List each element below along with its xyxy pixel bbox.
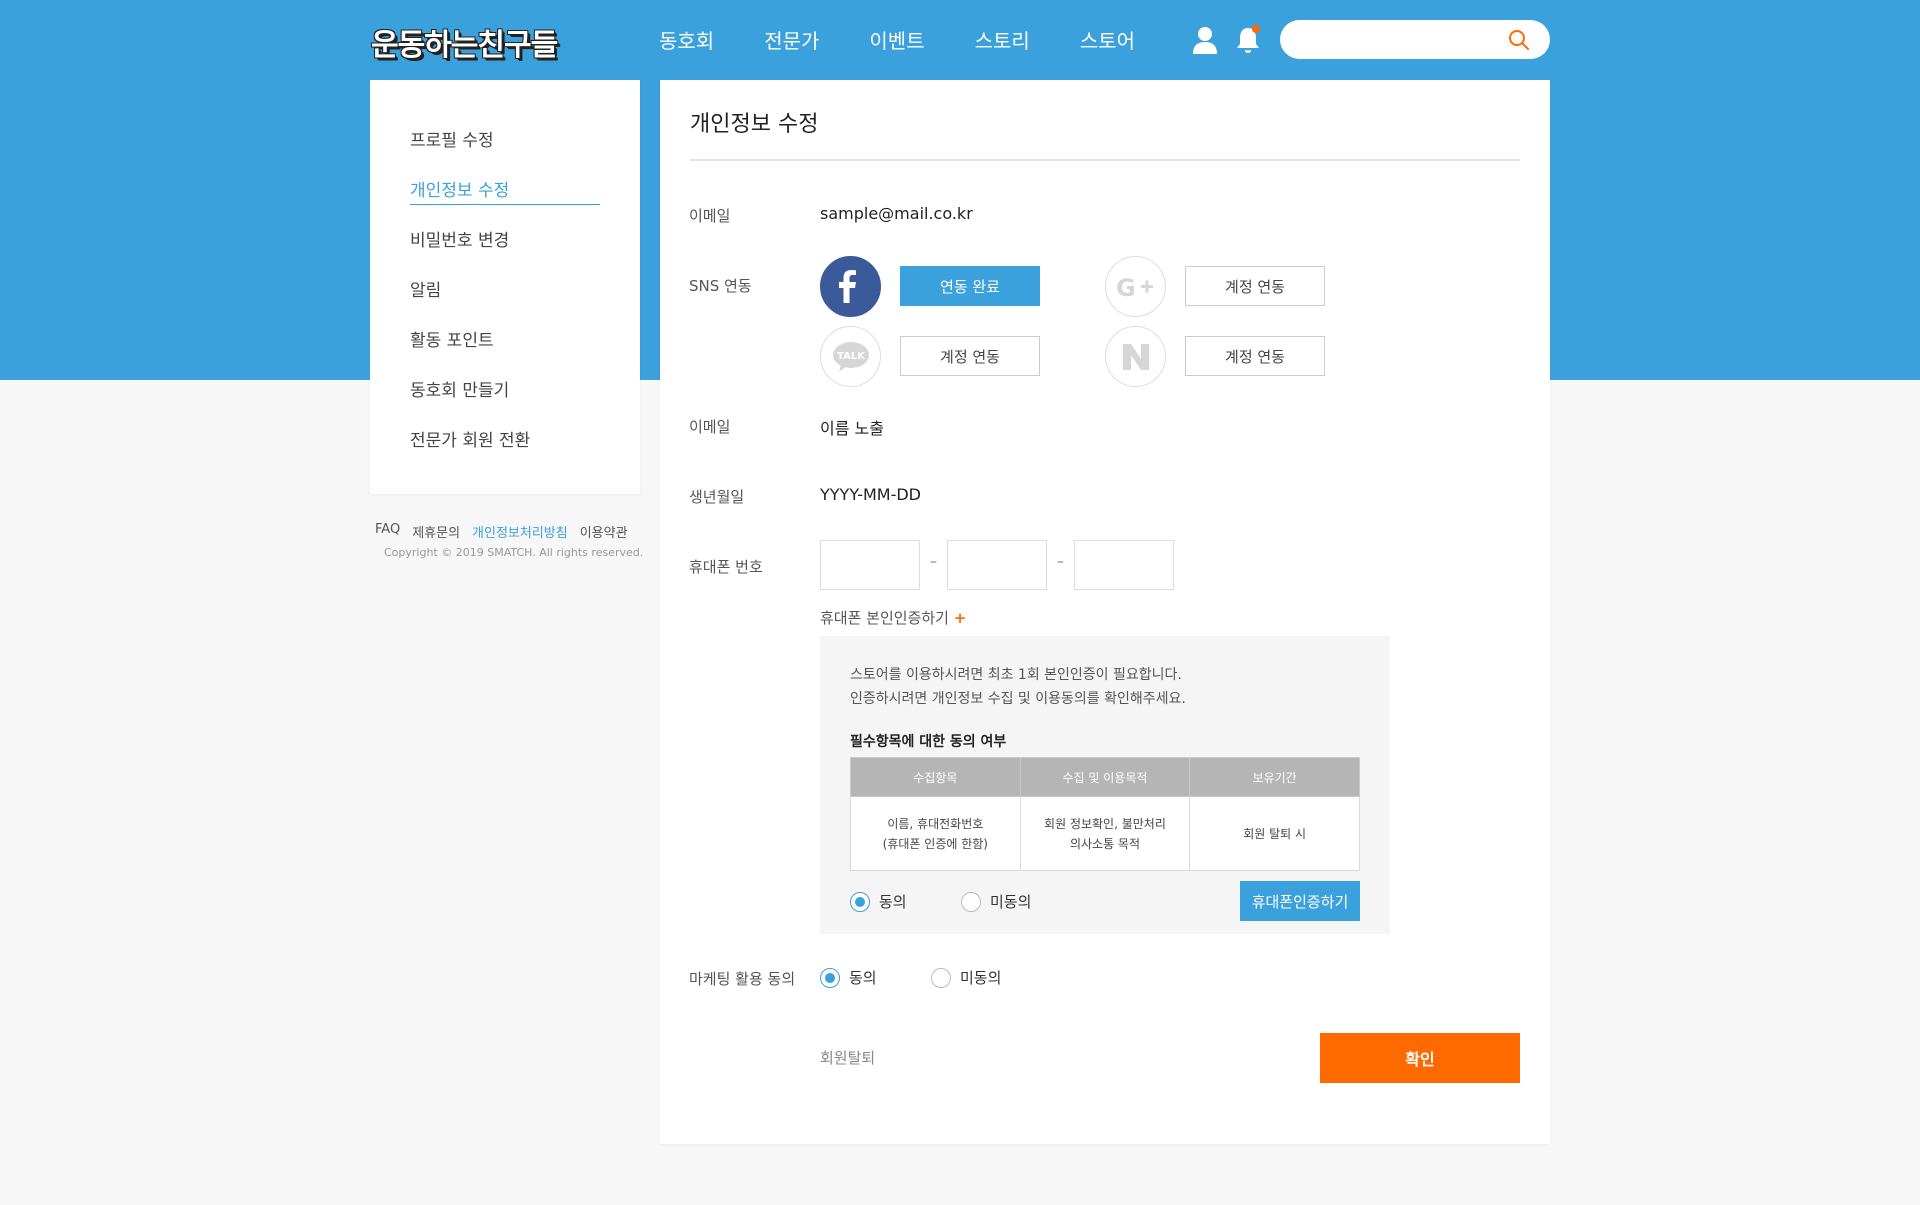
title-divider bbox=[690, 159, 1520, 161]
nav-item-expert[interactable]: 전문가 bbox=[764, 25, 819, 54]
nav-item-event[interactable]: 이벤트 bbox=[869, 25, 924, 54]
marketing-agree-label: 동의 bbox=[849, 969, 877, 987]
table-row: 이름, 휴대전화번호 (휴대폰 인증에 한함) 회원 정보확인, 불만처리 의사… bbox=[850, 796, 1360, 871]
google-link-button[interactable]: 계정 연동 bbox=[1185, 266, 1325, 306]
phone-field-3[interactable] bbox=[1074, 540, 1174, 590]
google-plus-icon: G bbox=[1105, 256, 1166, 317]
confirm-button[interactable]: 확인 bbox=[1320, 1033, 1520, 1083]
naver-link-button[interactable]: 계정 연동 bbox=[1185, 336, 1325, 376]
main-nav: 동호회 전문가 이벤트 스토리 스토어 bbox=[659, 25, 1185, 54]
consent-box: 스토어를 이용하시려면 최초 1회 본인인증이 필요합니다. 인증하시려면 개인… bbox=[820, 636, 1390, 934]
sns-label: SNS 연동 bbox=[689, 277, 752, 295]
phone-verify-button[interactable]: 휴대폰인증하기 bbox=[1240, 881, 1360, 921]
kakaotalk-icon: TALK bbox=[820, 326, 881, 387]
marketing-agree-option[interactable]: 동의 bbox=[820, 967, 877, 988]
table-header: 수집 및 이용목적 bbox=[1019, 757, 1191, 797]
email-value: sample@mail.co.kr bbox=[820, 204, 973, 223]
plus-icon: + bbox=[953, 609, 967, 627]
kakaotalk-icon-text: TALK bbox=[837, 351, 866, 362]
kakao-link-button[interactable]: 계정 연동 bbox=[900, 336, 1040, 376]
phone-dash-2: – bbox=[1057, 554, 1064, 570]
footer-link-privacy[interactable]: 개인정보처리방침 bbox=[472, 522, 568, 541]
consent-subtitle: 필수항목에 대한 동의 여부 bbox=[850, 734, 1007, 750]
facebook-icon bbox=[820, 256, 881, 317]
nav-item-story[interactable]: 스토리 bbox=[975, 25, 1030, 54]
search-input[interactable] bbox=[1296, 28, 1496, 51]
marketing-disagree-radio[interactable] bbox=[931, 967, 951, 988]
email-label: 이메일 bbox=[689, 207, 731, 225]
table-cell-line: 회원 정보확인, 불만처리 bbox=[1044, 816, 1166, 831]
facebook-link-button[interactable]: 연동 완료 bbox=[900, 266, 1040, 306]
sidebar-item-expert-switch[interactable]: 전문가 회원 전환 bbox=[410, 426, 530, 451]
phone-verify-link-label: 휴대폰 본인인증하기 bbox=[820, 609, 949, 627]
marketing-disagree-label: 미동의 bbox=[960, 969, 1002, 987]
phone-label: 휴대폰 번호 bbox=[689, 558, 763, 576]
naver-icon bbox=[1105, 326, 1166, 387]
phone-dash-1: – bbox=[930, 554, 937, 570]
top-header: 운동하는친구들 동호회 전문가 이벤트 스토리 스토어 bbox=[0, 0, 1920, 78]
bell-icon[interactable] bbox=[1235, 24, 1261, 54]
table-cell-line: (휴대폰 인증에 한함) bbox=[882, 836, 988, 851]
user-icon[interactable] bbox=[1192, 26, 1218, 54]
consent-disagree-radio[interactable] bbox=[961, 891, 981, 912]
main-panel: 개인정보 수정 이메일 sample@mail.co.kr SNS 연동 연동 … bbox=[660, 80, 1550, 1144]
footer-link-partnership[interactable]: 제휴문의 bbox=[412, 522, 460, 541]
table-cell: 이름, 휴대전화번호 (휴대폰 인증에 한함) bbox=[850, 796, 1021, 871]
withdraw-link[interactable]: 회원탈퇴 bbox=[820, 1047, 875, 1068]
marketing-agree-radio[interactable] bbox=[820, 967, 840, 988]
consent-notice-line1: 스토어를 이용하시려면 최초 1회 본인인증이 필요합니다. bbox=[850, 667, 1182, 683]
page-title: 개인정보 수정 bbox=[690, 112, 819, 137]
search-box bbox=[1280, 20, 1550, 59]
site-logo[interactable]: 운동하는친구들 bbox=[371, 20, 558, 64]
sidebar-item-create-club[interactable]: 동호회 만들기 bbox=[410, 376, 509, 401]
sidebar-item-password[interactable]: 비밀번호 변경 bbox=[410, 226, 509, 251]
table-cell: 회원 탈퇴 시 bbox=[1189, 796, 1360, 871]
footer-links: FAQ 제휴문의 개인정보처리방침 이용약관 bbox=[375, 522, 640, 541]
marketing-disagree-option[interactable]: 미동의 bbox=[931, 967, 1001, 988]
consent-disagree-label: 미동의 bbox=[990, 893, 1032, 911]
sidebar-item-profile[interactable]: 프로필 수정 bbox=[410, 126, 494, 151]
consent-table: 수집항목 수집 및 이용목적 보유기간 이름, 휴대전화번호 (휴대폰 인증에 … bbox=[850, 757, 1360, 871]
sidebar-item-points[interactable]: 활동 포인트 bbox=[410, 326, 494, 351]
footer-link-terms[interactable]: 이용약관 bbox=[580, 522, 628, 541]
footer-link-faq[interactable]: FAQ bbox=[375, 522, 400, 541]
consent-notice-line2: 인증하시려면 개인정보 수집 및 이용동의를 확인해주세요. bbox=[850, 691, 1186, 707]
consent-agree-label: 동의 bbox=[879, 893, 907, 911]
table-cell-line: 의사소통 목적 bbox=[1069, 836, 1141, 851]
table-cell: 회원 정보확인, 불만처리 의사소통 목적 bbox=[1019, 796, 1191, 871]
sidebar-item-notifications[interactable]: 알림 bbox=[410, 276, 441, 301]
copyright: Copyright © 2019 SMATCH. All rights rese… bbox=[384, 546, 644, 559]
table-cell-line: 이름, 휴대전화번호 bbox=[887, 816, 984, 831]
consent-disagree-option[interactable]: 미동의 bbox=[961, 891, 1031, 912]
phone-field-1[interactable] bbox=[820, 540, 920, 590]
birthdate-value: YYYY-MM-DD bbox=[820, 485, 921, 504]
table-header: 수집항목 bbox=[850, 757, 1021, 797]
nav-item-club[interactable]: 동호회 bbox=[659, 25, 714, 54]
birthdate-label: 생년월일 bbox=[689, 488, 745, 506]
name-label: 이메일 bbox=[689, 418, 731, 436]
nav-item-store[interactable]: 스토어 bbox=[1080, 25, 1135, 54]
phone-verify-link[interactable]: 휴대폰 본인인증하기 + bbox=[820, 607, 966, 628]
phone-field-2[interactable] bbox=[947, 540, 1047, 590]
sidebar: 프로필 수정 개인정보 수정 비밀번호 변경 알림 활동 포인트 동호회 만들기… bbox=[370, 80, 640, 494]
consent-agree-option[interactable]: 동의 bbox=[850, 891, 907, 912]
table-header-row: 수집항목 수집 및 이용목적 보유기간 bbox=[850, 757, 1360, 797]
consent-agree-radio[interactable] bbox=[850, 891, 870, 912]
search-icon[interactable] bbox=[1508, 29, 1530, 51]
marketing-label: 마케팅 활용 동의 bbox=[689, 970, 796, 988]
table-header: 보유기간 bbox=[1189, 757, 1360, 797]
sidebar-item-personal-info[interactable]: 개인정보 수정 bbox=[410, 176, 600, 205]
name-value: 이름 노출 bbox=[820, 419, 884, 438]
svg-text:G: G bbox=[1116, 274, 1136, 302]
